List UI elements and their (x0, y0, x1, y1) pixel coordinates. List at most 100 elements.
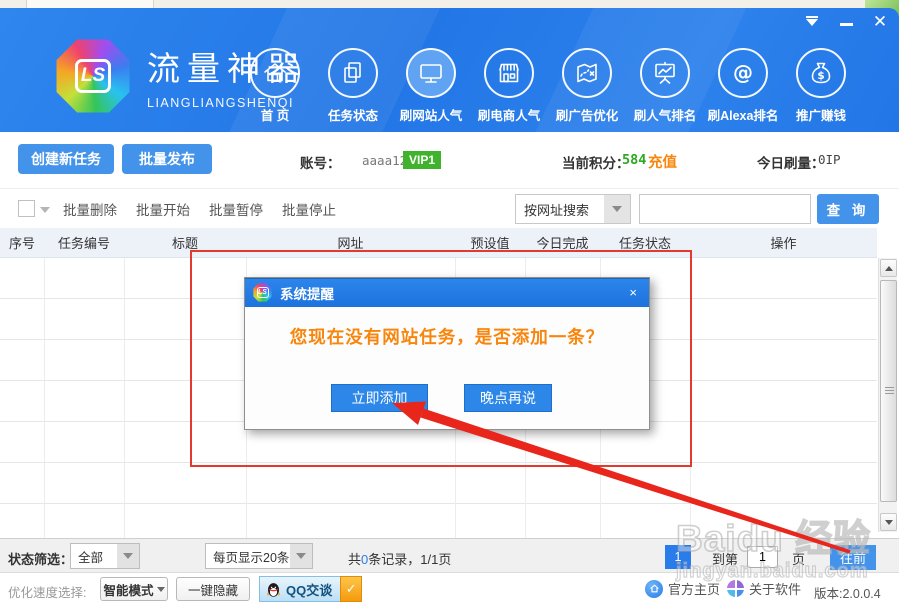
dialog-logo-icon: LS (253, 283, 272, 302)
pinwheel-icon (727, 580, 744, 597)
goto-page-prefix: 到第 (712, 549, 738, 568)
nav-item-3[interactable]: 刷网站人气 (392, 48, 470, 124)
chevron-down-icon[interactable] (604, 195, 630, 223)
search-input[interactable] (639, 194, 811, 224)
column-divider (124, 258, 125, 538)
nav-item-7[interactable]: @ 刷Alexa排名 (704, 48, 782, 124)
about-software-link[interactable]: 关于软件 (727, 579, 801, 598)
nav-item-5[interactable]: 刷广告优化 (548, 48, 626, 124)
home-circle-icon (645, 580, 663, 598)
today-volume-value: 0IP (818, 152, 841, 167)
svg-text:$: $ (817, 70, 824, 82)
speed-mode-button[interactable]: 智能模式 (100, 577, 168, 601)
qq-penguin-icon (265, 581, 282, 598)
nav-item-2[interactable]: 任务状态 (314, 48, 392, 124)
chart-board-icon (640, 48, 690, 98)
goto-page-button[interactable]: 往前 (830, 545, 876, 570)
goto-page-input[interactable] (747, 546, 778, 568)
background-desktop-strip (0, 0, 899, 8)
dialog-titlebar[interactable]: LS 系统提醒 × (245, 278, 649, 307)
batch-links: 批量删除批量开始批量暂停批量停止 (63, 189, 336, 229)
page-1-button[interactable]: 1 (665, 545, 691, 569)
dialog-close-icon[interactable]: × (625, 285, 641, 300)
vip-badge: VIP1 (403, 151, 441, 169)
qq-chat-button[interactable]: QQ交谈 ✓ (259, 576, 362, 602)
official-homepage-link[interactable]: 官方主页 (645, 579, 720, 598)
scroll-down-icon[interactable] (880, 513, 897, 531)
column-divider (690, 258, 691, 538)
points-label: 当前积分： (562, 152, 630, 172)
nav-item-1[interactable]: 首 页 (236, 48, 314, 124)
qq-verified-shield-icon: ✓ (340, 576, 362, 602)
page-size-value: 每页显示20条 (206, 547, 290, 566)
nav-label: 刷网站人气 (400, 105, 463, 124)
column-header-5: 预设值 (455, 228, 525, 257)
page-size-select[interactable]: 每页显示20条 (205, 543, 313, 569)
nav-label: 刷广告优化 (556, 105, 619, 124)
nav-item-4[interactable]: 刷电商人气 (470, 48, 548, 124)
select-all-caret-icon[interactable] (40, 207, 50, 213)
table-scrollbar[interactable] (878, 258, 897, 532)
app-logo-icon: LS (55, 38, 131, 114)
nav-item-8[interactable]: $ 推广赚钱 (782, 48, 860, 124)
search-type-value: 按网址搜索 (516, 200, 604, 219)
version-text: 版本:2.0.0.4 (814, 583, 881, 602)
nav-label: 首 页 (261, 105, 289, 124)
column-header-4: 网址 (246, 228, 455, 257)
points-value: 584 (622, 152, 646, 168)
window-controls: ✕ (803, 13, 889, 29)
goto-page-suffix: 页 (792, 549, 805, 568)
speed-select-label: 优化速度选择: (8, 582, 86, 601)
home-icon (250, 48, 300, 98)
records-summary: 共0条记录，1/1页 (348, 549, 451, 568)
scrollbar-thumb[interactable] (880, 280, 897, 502)
select-all-checkbox[interactable] (18, 200, 35, 217)
app-window: ✕ LS 流量神器 LIANGLIANGSHENQI 首 页 任务状态 刷网站人… (0, 0, 899, 605)
status-filter-value: 全部 (71, 547, 117, 566)
batch-actions-row: 批量删除批量开始批量暂停批量停止 按网址搜索 查 询 (0, 188, 899, 228)
task-docs-icon (328, 48, 378, 98)
batch-action-4[interactable]: 批量停止 (282, 199, 336, 219)
map-route-icon (562, 48, 612, 98)
column-header-8: 操作 (690, 228, 877, 257)
column-header-7: 任务状态 (600, 228, 690, 257)
column-header-1: 序号 (0, 228, 44, 257)
chevron-down-icon[interactable] (290, 544, 312, 568)
add-now-button[interactable]: 立即添加 (331, 384, 428, 412)
search-type-select[interactable]: 按网址搜索 (515, 194, 631, 224)
batch-action-1[interactable]: 批量删除 (63, 199, 117, 219)
app-header: ✕ LS 流量神器 LIANGLIANGSHENQI 首 页 任务状态 刷网站人… (0, 8, 899, 132)
status-filter-select[interactable]: 全部 (70, 543, 140, 569)
close-icon[interactable]: ✕ (871, 13, 889, 29)
recharge-link[interactable]: 充值 (648, 151, 677, 172)
batch-action-2[interactable]: 批量开始 (136, 199, 190, 219)
column-divider (44, 258, 45, 538)
background-tab (26, 0, 154, 8)
minimize-icon[interactable] (837, 13, 855, 29)
nav-label: 任务状态 (328, 105, 378, 124)
bottom-bar: 优化速度选择: 智能模式 一键隐藏 QQ交谈 ✓ 官方主页 (0, 572, 899, 605)
monitor-icon (406, 48, 456, 98)
column-header-2: 任务编号 (44, 228, 124, 257)
dialog-title: 系统提醒 (280, 283, 625, 303)
one-key-hide-button[interactable]: 一键隐藏 (176, 577, 250, 601)
main-nav: 首 页 任务状态 刷网站人气 刷电商人气 刷广告优化 刷人气排名@ 刷Alexa… (236, 48, 860, 124)
chevron-down-icon[interactable] (117, 544, 139, 568)
money-bag-icon: $ (796, 48, 846, 98)
account-label: 账号： (300, 152, 341, 172)
dialog-message: 您现在没有网站任务，是否添加一条？ (245, 324, 649, 349)
status-filter-label: 状态筛选： (8, 549, 73, 568)
account-line: 账号： aaaa123 VIP1 当前积分： 584 充值 今日刷量： 0IP (0, 132, 899, 188)
nav-label: 刷Alexa排名 (708, 105, 779, 124)
at-icon: @ (718, 48, 768, 98)
system-dialog: LS 系统提醒 × 您现在没有网站任务，是否添加一条？ 立即添加 晚点再说 (244, 277, 650, 430)
scroll-up-icon[interactable] (880, 259, 897, 277)
batch-action-3[interactable]: 批量暂停 (209, 199, 263, 219)
store-icon (484, 48, 534, 98)
search-button[interactable]: 查 询 (817, 194, 879, 224)
nav-item-6[interactable]: 刷人气排名 (626, 48, 704, 124)
nav-label: 推广赚钱 (796, 105, 846, 124)
svg-text:@: @ (733, 61, 753, 85)
later-button[interactable]: 晚点再说 (464, 384, 552, 412)
collapse-window-icon[interactable] (803, 13, 821, 29)
